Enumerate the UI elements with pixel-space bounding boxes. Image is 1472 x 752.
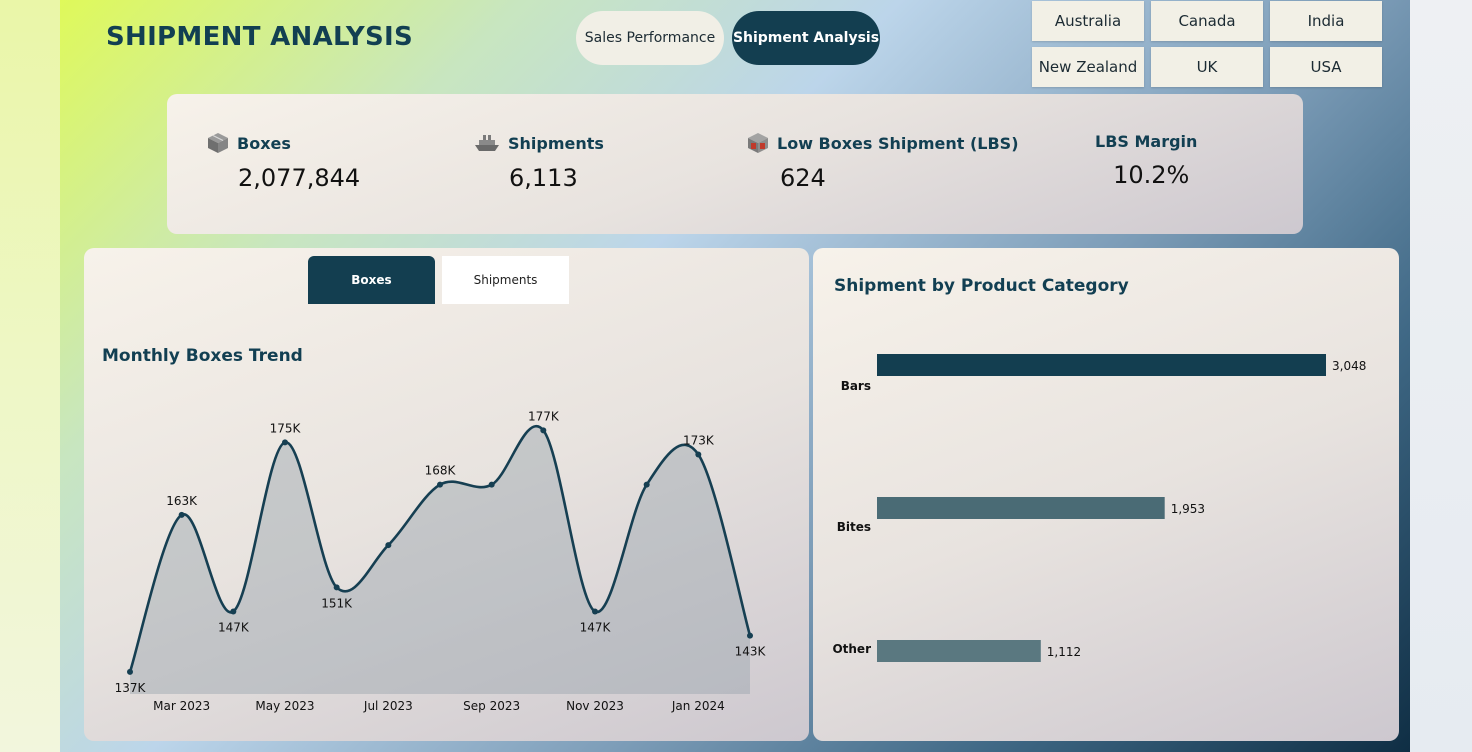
- trend-data-label: 168K: [425, 464, 457, 478]
- category-label: Bars: [841, 379, 871, 393]
- trend-tick-label: Jul 2023: [363, 699, 413, 713]
- category-label: Other: [832, 642, 871, 656]
- trend-data-label: 177K: [528, 409, 560, 423]
- country-button-usa[interactable]: USA: [1270, 47, 1382, 87]
- category-chart: 3,048 Bars 1,953 Bites 1,112 Other: [832, 354, 1366, 662]
- country-button-australia[interactable]: Australia: [1032, 1, 1144, 41]
- country-button-india[interactable]: India: [1270, 1, 1382, 41]
- country-button-uk[interactable]: UK: [1151, 47, 1263, 87]
- country-button-new-zealand[interactable]: New Zealand: [1032, 47, 1144, 87]
- left-page-margin: [0, 0, 60, 752]
- category-bar[interactable]: [877, 640, 1041, 662]
- kpi-lbs: Low Boxes Shipment (LBS) 624: [747, 132, 1019, 192]
- category-value-label: 1,953: [1171, 502, 1205, 516]
- page-title: SHIPMENT ANALYSIS: [106, 22, 413, 52]
- kpi-lbs-margin-value: 10.2%: [1113, 161, 1190, 189]
- trend-data-label: 173K: [683, 433, 715, 447]
- kpi-boxes: Boxes 2,077,844: [207, 132, 360, 192]
- toggle-shipments[interactable]: Shipments: [442, 256, 569, 304]
- trend-point[interactable]: [282, 439, 288, 446]
- trend-data-label: 147K: [218, 621, 250, 635]
- category-chart-title: Shipment by Product Category: [834, 276, 1129, 296]
- category-bar[interactable]: [877, 497, 1165, 519]
- trend-point[interactable]: [385, 542, 392, 549]
- trend-tick-label: Sep 2023: [463, 699, 520, 713]
- kpi-shipments-label: Shipments: [508, 133, 604, 153]
- trend-data-label: 137K: [115, 681, 147, 695]
- trend-point[interactable]: [333, 584, 340, 591]
- category-value-label: 3,048: [1332, 359, 1366, 373]
- trend-point[interactable]: [695, 451, 702, 458]
- trend-point[interactable]: [643, 481, 650, 488]
- trend-data-label: 143K: [735, 645, 767, 659]
- right-page-margin: [1410, 0, 1472, 752]
- kpi-shipments: Shipments 6,113: [474, 132, 604, 192]
- trend-point[interactable]: [592, 608, 598, 615]
- trend-point[interactable]: [230, 608, 237, 615]
- trend-card: Boxes Shipments Monthly Boxes Trend 137K…: [84, 248, 809, 741]
- ship-icon: [475, 135, 499, 151]
- category-value-label: 1,112: [1047, 645, 1081, 659]
- trend-point[interactable]: [747, 632, 753, 639]
- trend-tick-label: Mar 2023: [153, 699, 210, 713]
- trend-point[interactable]: [488, 481, 495, 488]
- trend-point[interactable]: [437, 481, 443, 488]
- kpi-lbs-margin: LBS Margin 10.2%: [1095, 132, 1197, 189]
- kpi-boxes-value: 2,077,844: [238, 164, 361, 192]
- country-button-canada[interactable]: Canada: [1151, 1, 1263, 41]
- kpi-lbs-value: 624: [780, 164, 826, 192]
- trend-chart: 137K 163K 147K 175K 151K 168K 177K 147K 173K 143K…: [115, 409, 767, 713]
- trend-data-label: 163K: [166, 494, 198, 508]
- box-alert-icon: [748, 133, 768, 153]
- trend-chart-title: Monthly Boxes Trend: [102, 346, 303, 366]
- trend-tick-label: Nov 2023: [566, 699, 624, 713]
- trend-data-label: 147K: [580, 621, 612, 635]
- trend-data-label: 151K: [321, 596, 353, 610]
- kpi-lbs-label: Low Boxes Shipment (LBS): [777, 133, 1019, 153]
- kpi-card: Boxes 2,077,844 Shipments 6,113 Low Boxe…: [167, 94, 1303, 234]
- trend-point[interactable]: [127, 668, 133, 675]
- kpi-lbs-margin-label: LBS Margin: [1095, 132, 1198, 151]
- trend-data-label: 175K: [270, 421, 302, 435]
- category-card: Shipment by Product Category 3,048 Bars 1,…: [813, 248, 1399, 741]
- dashboard-canvas: SHIPMENT ANALYSIS Sales Performance Ship…: [60, 0, 1410, 752]
- tab-shipment-analysis[interactable]: Shipment Analysis: [732, 11, 880, 65]
- trend-point[interactable]: [178, 511, 185, 518]
- kpi-boxes-label: Boxes: [237, 133, 291, 153]
- trend-tick-label: Jan 2024: [671, 699, 725, 713]
- category-label: Bites: [837, 520, 871, 534]
- toggle-boxes[interactable]: Boxes: [308, 256, 435, 304]
- tab-sales-performance[interactable]: Sales Performance: [576, 11, 724, 65]
- box-icon: [208, 133, 228, 153]
- category-bar[interactable]: [877, 354, 1326, 376]
- trend-tick-label: May 2023: [255, 699, 314, 713]
- kpi-shipments-value: 6,113: [509, 164, 578, 192]
- trend-point[interactable]: [540, 427, 547, 434]
